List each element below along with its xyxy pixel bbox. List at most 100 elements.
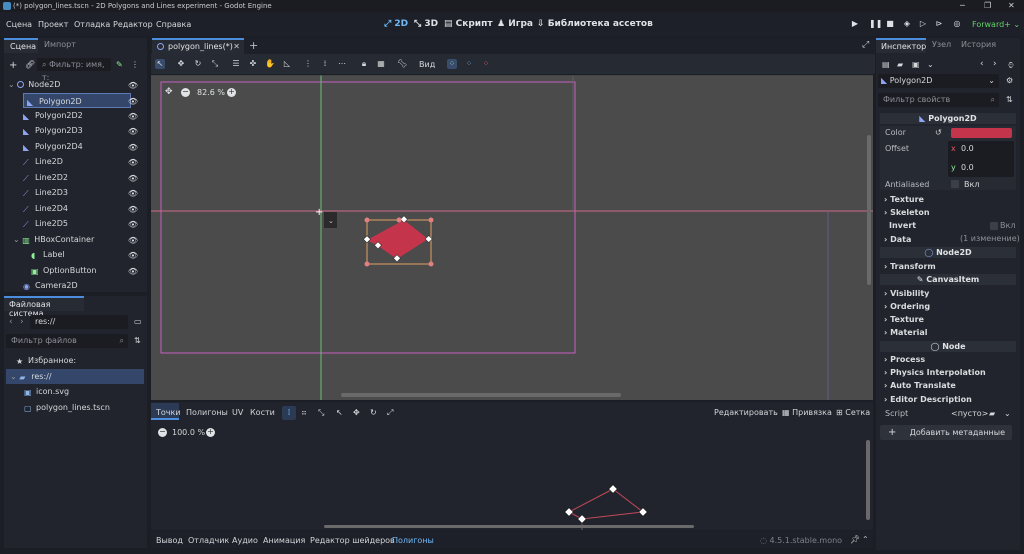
snap-options-icon[interactable]: ⋯ bbox=[337, 59, 347, 69]
tab-bones[interactable]: Кости bbox=[250, 408, 275, 417]
editor-zoom-out-icon[interactable]: − bbox=[158, 428, 167, 437]
section-process[interactable]: › Process bbox=[880, 354, 1016, 365]
tab-filesystem[interactable]: Файловая система bbox=[4, 296, 84, 318]
move-tool-icon[interactable]: ✥ bbox=[176, 59, 186, 69]
menu-editor[interactable]: Редактор bbox=[113, 20, 153, 29]
scene-filter-input[interactable]: ⌕ Фильтр: имя, т: bbox=[37, 58, 111, 82]
pin-icon[interactable]: 📌︎ bbox=[850, 535, 860, 544]
bottom-tab-animation[interactable]: Анимация bbox=[263, 536, 305, 545]
tab-polygons[interactable]: Полигоны bbox=[186, 408, 228, 417]
split-view-icon[interactable]: ▭ bbox=[134, 317, 142, 326]
menu-scene[interactable]: Сцена bbox=[6, 20, 32, 29]
tree-row-line2d5[interactable]: ⟋ Line2D5 bbox=[23, 216, 68, 231]
add-point-icon[interactable]: ⁘ bbox=[464, 59, 474, 69]
menu-debug[interactable]: Отладка bbox=[74, 20, 110, 29]
tree-row-optionbutton[interactable]: ▣ OptionButton bbox=[31, 263, 97, 278]
tree-row-polygon2d2[interactable]: ◣ Polygon2D2 bbox=[23, 108, 83, 123]
minimize-icon[interactable]: ─ bbox=[960, 1, 965, 10]
tree-row-hboxcontainer[interactable]: ⌄ ▥ HBoxContainer bbox=[13, 232, 94, 247]
editor-zoom-in-icon[interactable]: + bbox=[206, 428, 215, 437]
ruler-tool-icon[interactable]: ◺ bbox=[282, 59, 292, 69]
file-filter-input[interactable]: Фильтр файлов ⌕ bbox=[6, 334, 128, 348]
view-menu[interactable]: Вид bbox=[419, 60, 435, 69]
tab-points[interactable]: Точки bbox=[156, 408, 181, 417]
chevron-down-icon[interactable]: ⌄ bbox=[1004, 409, 1011, 418]
mode-3d-button[interactable]: ⤡ 3D bbox=[414, 19, 438, 29]
tree-row-line2d[interactable]: ⟋ Line2D bbox=[23, 154, 63, 169]
section-ordering[interactable]: › Ordering bbox=[880, 301, 1016, 312]
tree-row-line2d4[interactable]: ⟋ Line2D4 bbox=[23, 201, 68, 216]
rotate-points-icon[interactable]: ↻ bbox=[370, 408, 377, 417]
visibility-eye-icon[interactable]: 👁︎ bbox=[128, 127, 138, 136]
rotate-tool-icon[interactable]: ↻ bbox=[193, 59, 203, 69]
edit-button[interactable]: Редактировать bbox=[714, 408, 778, 417]
scale-points-icon[interactable]: ⤢ bbox=[387, 408, 393, 418]
visibility-eye-icon[interactable]: 👁︎ bbox=[128, 112, 138, 121]
pan-icon[interactable]: ✥ bbox=[165, 87, 173, 97]
move-points-icon[interactable]: ⁞ bbox=[282, 406, 296, 420]
play-custom-icon[interactable]: ⊳ bbox=[935, 20, 943, 28]
tab-history[interactable]: История bbox=[961, 40, 996, 49]
smart-snap-icon[interactable]: ⋮ bbox=[303, 59, 313, 69]
tree-row-polygon2d3[interactable]: ◣ Polygon2D3 bbox=[23, 123, 83, 138]
snap-button[interactable]: ▦ Привязка bbox=[782, 408, 832, 417]
section-auto-translate[interactable]: › Auto Translate bbox=[880, 380, 1016, 391]
section-editor-description[interactable]: › Editor Description bbox=[880, 394, 1016, 405]
class-header-node2d[interactable]: ◯ Node2D bbox=[880, 247, 1016, 258]
mode-game-button[interactable]: ♟ Игра bbox=[497, 19, 533, 29]
mode-script-button[interactable]: ▤ Скрипт bbox=[444, 19, 493, 29]
class-header-polygon2d[interactable]: ◣ Polygon2D bbox=[880, 113, 1016, 124]
visibility-eye-icon[interactable]: 👁︎ bbox=[128, 158, 138, 167]
tree-row-polygon2d[interactable]: ◣ Polygon2D bbox=[23, 93, 131, 108]
res-root-row[interactable]: ⌄ ▰ res:// bbox=[6, 369, 144, 384]
edit-points-icon[interactable]: ⁘ bbox=[447, 59, 457, 69]
section-transform[interactable]: › Transform bbox=[880, 261, 1016, 272]
distraction-free-icon[interactable]: ⤢ bbox=[862, 40, 869, 50]
section-physics-interpolation[interactable]: › Physics Interpolation bbox=[880, 367, 1016, 378]
close-window-icon[interactable]: ✕ bbox=[1008, 1, 1015, 10]
zoom-value[interactable]: 82.6 % bbox=[197, 88, 225, 97]
delete-point-icon[interactable]: ⁘ bbox=[481, 59, 491, 69]
remote-debug-icon[interactable]: ◈ bbox=[903, 20, 911, 28]
history-back-icon[interactable]: ‹ bbox=[980, 59, 984, 69]
open-resource-icon[interactable]: ▰ bbox=[897, 60, 903, 69]
move-point-tool-icon[interactable]: ⠶ bbox=[301, 408, 307, 417]
sort-icon[interactable]: ⇅ bbox=[134, 336, 141, 345]
section-texture[interactable]: › Texture bbox=[880, 194, 1016, 205]
invert-checkbox[interactable] bbox=[990, 222, 998, 230]
visibility-eye-icon[interactable]: 👁︎ bbox=[128, 189, 138, 198]
script-attach-icon[interactable]: ✎ bbox=[116, 60, 123, 69]
scene-tab[interactable]: polygon_lines(*) ✕ bbox=[152, 38, 244, 54]
play-icon[interactable]: ▶ bbox=[851, 20, 859, 28]
antialiased-checkbox[interactable] bbox=[951, 180, 959, 188]
class-header-node[interactable]: ◯ Node bbox=[880, 341, 1016, 352]
file-row-polygon-lines[interactable]: ▢ polygon_lines.tscn bbox=[24, 400, 110, 415]
link-icon[interactable]: 🔗︎ bbox=[25, 60, 35, 69]
pause-icon[interactable]: ❚❚ bbox=[869, 20, 882, 28]
offset-x-field[interactable]: 0.0 bbox=[961, 144, 974, 153]
tab-import[interactable]: Импорт bbox=[44, 40, 76, 49]
viewport-2d[interactable]: + ⌄ ✥ − 82.6 % + bbox=[151, 75, 873, 400]
tab-node[interactable]: Узел bbox=[932, 40, 951, 49]
new-resource-icon[interactable]: ▤ bbox=[882, 60, 890, 69]
move-all-icon[interactable]: ✥ bbox=[353, 408, 360, 417]
add-metadata-button[interactable]: + Добавить метаданные bbox=[880, 425, 1012, 440]
scale-point-tool-icon[interactable]: ⤡ bbox=[318, 408, 324, 418]
favorites-row[interactable]: ★ Избранное: bbox=[16, 353, 76, 368]
property-options-icon[interactable]: ⇅ bbox=[1006, 95, 1013, 104]
tree-row-polygon2d4[interactable]: ◣ Polygon2D4 bbox=[23, 139, 83, 154]
mode-assetlib-button[interactable]: ⇩ Библиотека ассетов bbox=[537, 19, 653, 29]
pan-tool-icon[interactable]: ✋ bbox=[265, 59, 275, 69]
section-visibility[interactable]: › Visibility bbox=[880, 288, 1016, 299]
bottom-tab-polygons[interactable]: Полигоны bbox=[392, 536, 434, 545]
polygon-uv-canvas[interactable] bbox=[151, 440, 873, 530]
bottom-tab-debugger[interactable]: Отладчик bbox=[188, 536, 229, 545]
tree-row-line2d2[interactable]: ⟋ Line2D2 bbox=[23, 170, 68, 185]
mode-2d-button[interactable]: ⤢ 2D bbox=[384, 19, 408, 29]
visibility-eye-icon[interactable]: 👁︎ bbox=[128, 143, 138, 152]
play-scene-icon[interactable]: ▷ bbox=[919, 20, 927, 28]
tab-inspector[interactable]: Инспектор bbox=[876, 38, 926, 53]
folder-icon[interactable]: ▰ bbox=[989, 409, 995, 418]
list-select-icon[interactable]: ☰ bbox=[231, 59, 241, 69]
script-value[interactable]: <пусто> bbox=[951, 409, 988, 418]
